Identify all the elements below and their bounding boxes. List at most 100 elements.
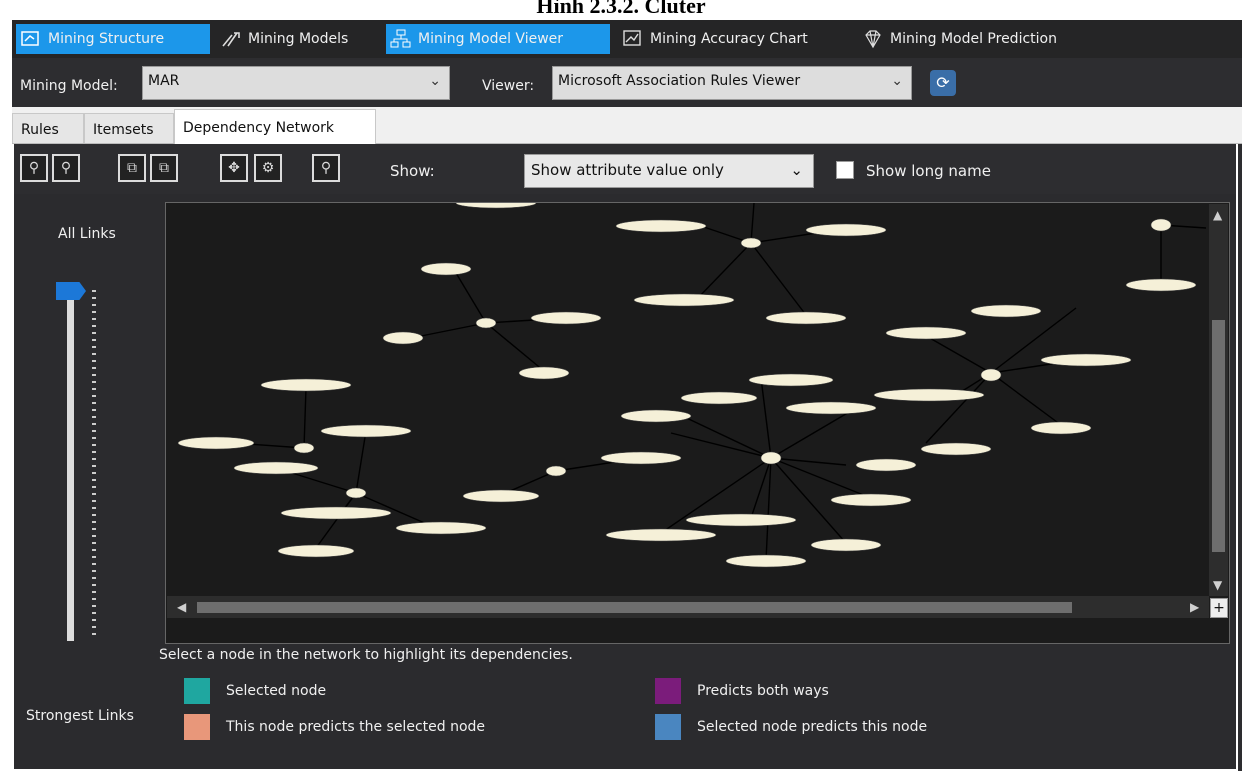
network-node[interactable] — [1040, 353, 1132, 367]
refresh-icon[interactable]: ⟳ — [930, 70, 956, 96]
tab-mining-models-label: Mining Models — [248, 31, 349, 47]
network-node[interactable] — [530, 311, 602, 325]
network-node[interactable] — [970, 304, 1042, 318]
network-node[interactable] — [177, 436, 255, 450]
network-node[interactable] — [785, 401, 877, 415]
network-node[interactable] — [605, 528, 717, 542]
network-node[interactable] — [740, 237, 762, 249]
network-node[interactable] — [395, 521, 487, 535]
mining-model-dropdown[interactable]: MAR ⌄ — [142, 66, 450, 100]
tab-mining-models[interactable]: Mining Models — [216, 24, 380, 54]
network-node[interactable] — [462, 489, 540, 503]
legend-label: Predicts both ways — [697, 683, 829, 699]
network-node[interactable] — [760, 451, 782, 465]
network-node[interactable] — [748, 373, 834, 387]
network-node[interactable] — [345, 487, 367, 499]
network-node[interactable] — [615, 219, 707, 233]
network-node[interactable] — [1030, 421, 1092, 435]
network-node[interactable] — [685, 513, 797, 527]
network-node[interactable] — [765, 311, 847, 325]
network-edge — [355, 430, 367, 494]
copy-graph-icon[interactable]: ⧉ — [118, 154, 146, 182]
network-edge — [410, 322, 487, 339]
network-node[interactable] — [725, 554, 807, 568]
scale-to-fit-icon[interactable]: ✥ — [220, 154, 248, 182]
show-long-name-checkbox[interactable] — [836, 161, 854, 179]
scroll-down-icon[interactable]: ▼ — [1213, 578, 1222, 592]
network-node[interactable] — [600, 451, 682, 465]
network-node[interactable] — [805, 223, 887, 237]
network-edge — [303, 387, 307, 449]
link-strength-slider-thumb[interactable] — [56, 282, 86, 300]
network-node[interactable] — [855, 458, 917, 472]
network-node[interactable] — [980, 368, 1002, 382]
network-node[interactable] — [810, 538, 882, 552]
network-node[interactable] — [293, 442, 315, 454]
mining-model-label: Mining Model: — [20, 78, 118, 94]
tab-mining-model-viewer[interactable]: Mining Model Viewer — [386, 24, 610, 54]
slider-ticks — [92, 290, 96, 640]
network-node[interactable] — [545, 465, 567, 477]
network-node[interactable] — [475, 317, 497, 329]
network-node[interactable] — [277, 544, 355, 558]
dependency-network-graph[interactable] — [165, 202, 1230, 644]
link-strength-slider-track[interactable] — [67, 286, 74, 641]
network-edge — [925, 372, 992, 444]
strongest-links-label: Strongest Links — [26, 708, 134, 724]
network-node[interactable] — [420, 262, 472, 276]
network-node[interactable] — [260, 378, 352, 392]
instruction-text: Select a node in the network to highligh… — [159, 647, 573, 663]
network-node[interactable] — [1150, 218, 1172, 232]
network-node[interactable] — [1125, 278, 1197, 292]
mining-designer-window: Mining Structure Mining Models Mining Mo… — [12, 20, 1242, 771]
tab-mining-accuracy-chart[interactable]: Mining Accuracy Chart — [618, 24, 850, 54]
network-node[interactable] — [455, 203, 537, 209]
copy-graph-view-icon[interactable]: ⧉ — [150, 154, 178, 182]
tab-dependency-network[interactable]: Dependency Network — [174, 109, 376, 144]
legend-label: Selected node — [226, 683, 327, 699]
network-node[interactable] — [830, 493, 912, 507]
tab-mining-model-prediction-label: Mining Model Prediction — [890, 31, 1057, 47]
dependency-network-panel: ⚲ ⚲ ⧉ ⧉ ✥ ⚙ ⚲ Show: Show attribute value… — [12, 144, 1238, 771]
find-node-icon[interactable]: ⚙ — [254, 154, 282, 182]
vertical-scroll-thumb[interactable] — [1212, 320, 1225, 552]
tab-mining-structure[interactable]: Mining Structure — [16, 24, 210, 54]
network-node[interactable] — [233, 461, 319, 475]
mining-model-value: MAR — [148, 73, 180, 89]
legend-selected-node: Selected node — [184, 678, 326, 704]
tab-itemsets[interactable]: Itemsets — [84, 113, 174, 143]
zoom-in-icon[interactable]: ⚲ — [20, 154, 48, 182]
tab-mining-structure-label: Mining Structure — [48, 31, 165, 47]
network-toolbar: ⚲ ⚲ ⧉ ⧉ ✥ ⚙ ⚲ Show: Show attribute value… — [14, 144, 1236, 194]
network-node[interactable] — [518, 366, 570, 380]
network-edge — [675, 412, 772, 459]
navigator-plus-icon[interactable]: + — [1210, 598, 1228, 618]
network-node[interactable] — [633, 293, 735, 307]
network-node[interactable] — [382, 331, 424, 345]
show-label: Show: — [390, 162, 435, 180]
tab-mining-model-viewer-label: Mining Model Viewer — [418, 31, 564, 47]
zoom-out-icon[interactable]: ⚲ — [52, 154, 80, 182]
horizontal-scroll-thumb[interactable] — [197, 602, 1072, 613]
network-edge — [765, 457, 772, 561]
network-node[interactable] — [920, 442, 992, 456]
scroll-right-icon[interactable]: ▶ — [1190, 600, 1199, 614]
find-icon[interactable]: ⚲ — [312, 154, 340, 182]
network-edge — [670, 432, 772, 459]
scroll-up-icon[interactable]: ▲ — [1213, 208, 1222, 222]
scroll-left-icon[interactable]: ◀ — [177, 600, 186, 614]
network-node[interactable] — [885, 326, 967, 340]
show-dropdown[interactable]: Show attribute value only ⌄ — [524, 154, 814, 188]
network-edge — [695, 242, 752, 301]
tab-rules[interactable]: Rules — [12, 113, 84, 143]
network-node[interactable] — [873, 388, 985, 402]
network-node[interactable] — [680, 391, 758, 405]
network-node[interactable] — [320, 424, 412, 438]
network-node[interactable] — [620, 409, 692, 423]
legend-label: This node predicts the selected node — [226, 719, 486, 735]
tab-mining-accuracy-chart-label: Mining Accuracy Chart — [650, 31, 808, 47]
viewer-dropdown[interactable]: Microsoft Association Rules Viewer ⌄ — [552, 66, 912, 100]
tab-mining-model-prediction[interactable]: Mining Model Prediction — [858, 24, 1110, 54]
network-node[interactable] — [280, 506, 392, 520]
legend-swatch — [655, 714, 681, 740]
